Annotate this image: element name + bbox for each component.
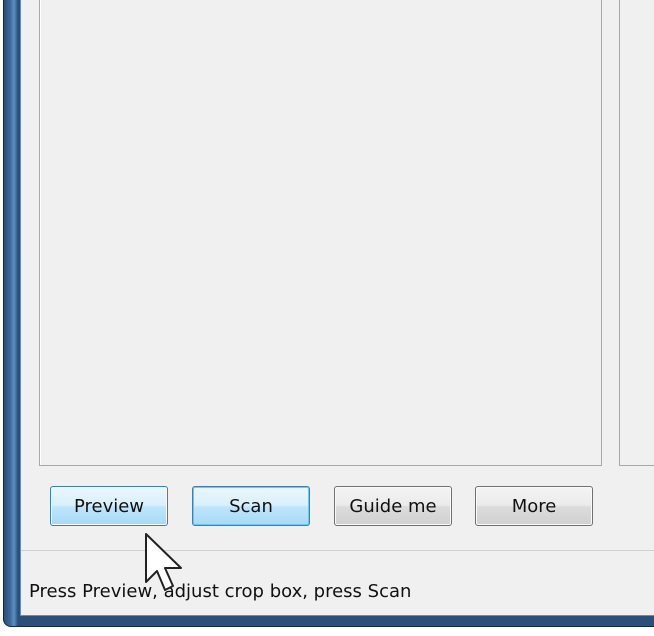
status-bar: Press Preview, adjust crop box, press Sc… [21, 550, 654, 614]
scan-button-label: Scan [229, 495, 273, 517]
more-button-label: More [511, 495, 557, 517]
more-button[interactable]: More [475, 486, 593, 526]
settings-panel [619, 0, 654, 466]
scanner-window-client: Preview Scan Guide me More Press Preview… [20, 0, 654, 616]
preview-button[interactable]: Preview [50, 486, 168, 526]
scan-button[interactable]: Scan [192, 486, 310, 526]
screenshot-frame: Preview Scan Guide me More Press Preview… [0, 0, 654, 636]
guide-me-button[interactable]: Guide me [334, 486, 452, 526]
status-text: Press Preview, adjust crop box, press Sc… [29, 581, 412, 602]
scan-preview-area[interactable] [39, 0, 602, 466]
preview-button-label: Preview [73, 495, 145, 517]
guide-me-button-label: Guide me [349, 495, 437, 517]
